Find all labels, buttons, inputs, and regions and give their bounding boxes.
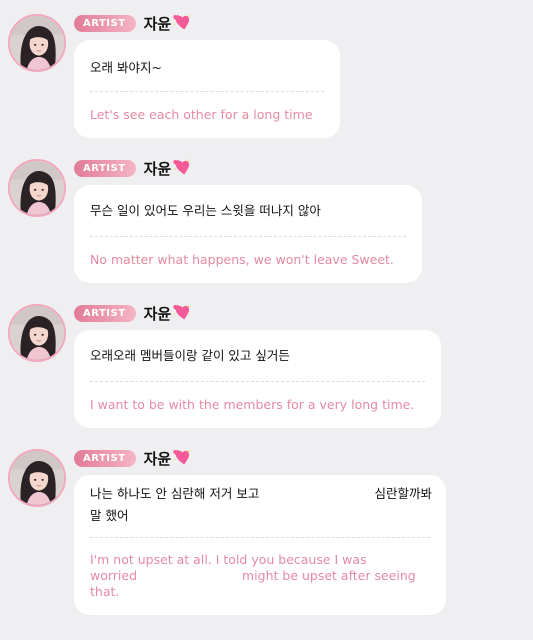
- artist-badge: ARTIST: [74, 14, 136, 32]
- translation-text-line: worried: [90, 568, 138, 583]
- artist-avatar[interactable]: [8, 14, 66, 72]
- artist-name: 자윤: [143, 304, 172, 323]
- translation-text-line: I'm not upset at all. I told you because…: [90, 552, 367, 567]
- message-text-line: 말 했어: [90, 508, 129, 523]
- artist-avatar[interactable]: [8, 449, 66, 507]
- translation-text: Let's see each other for a long time: [90, 107, 313, 122]
- avatar-image: [10, 16, 64, 70]
- message-text: 오래오래 멤버들이랑 같이 있고 싶거든: [90, 348, 290, 363]
- sparkling-heart-icon: [172, 303, 192, 323]
- message-bubble[interactable]: 오래오래 멤버들이랑 같이 있고 싶거든 I want to be with t…: [74, 330, 441, 428]
- translation-divider: [90, 91, 324, 92]
- artist-name: 자윤: [143, 159, 172, 178]
- artist-name: 자윤: [143, 449, 172, 468]
- translation-divider: [90, 236, 406, 237]
- message-bubble[interactable]: 무슨 일이 있어도 우리는 스윗을 떠나지 않아 No matter what …: [74, 185, 422, 283]
- avatar-image: [10, 161, 64, 215]
- translation-text-line: might be upset after seeing: [242, 568, 416, 583]
- message-text: 나는 하나도 안 심란해 저거 보고 심란할까봐 말 했어: [90, 483, 432, 527]
- message-bubble[interactable]: 나는 하나도 안 심란해 저거 보고 심란할까봐 말 했어 I'm not up…: [74, 475, 446, 615]
- translation-text: I'm not upset at all. I told you because…: [90, 552, 432, 602]
- translation-text: I want to be with the members for a very…: [90, 397, 415, 412]
- avatar-image: [10, 306, 64, 360]
- translation-text: No matter what happens, we won't leave S…: [90, 252, 394, 267]
- translation-divider: [90, 381, 425, 382]
- artist-avatar[interactable]: [8, 159, 66, 217]
- message-text-line: 나는 하나도 안 심란해 저거 보고: [90, 486, 260, 501]
- message-header: ARTIST 자윤: [74, 447, 192, 469]
- artist-name: 자윤: [143, 14, 172, 33]
- message-text: 오래 봐야지~: [90, 60, 162, 75]
- sparkling-heart-icon: [172, 158, 192, 178]
- sparkling-heart-icon: [172, 448, 192, 468]
- avatar-image: [10, 451, 64, 505]
- message-text-line: 심란할까봐: [374, 486, 432, 501]
- artist-badge: ARTIST: [74, 449, 136, 467]
- translation-text-line: that.: [90, 584, 120, 599]
- message-header: ARTIST 자윤: [74, 157, 192, 179]
- translation-divider: [90, 537, 430, 538]
- message-header: ARTIST 자윤: [74, 12, 192, 34]
- message-bubble[interactable]: 오래 봐야지~ Let's see each other for a long …: [74, 40, 340, 138]
- message-text: 무슨 일이 있어도 우리는 스윗을 떠나지 않아: [90, 203, 321, 218]
- message-header: ARTIST 자윤: [74, 302, 192, 324]
- sparkling-heart-icon: [172, 13, 192, 33]
- artist-badge: ARTIST: [74, 304, 136, 322]
- artist-badge: ARTIST: [74, 159, 136, 177]
- artist-avatar[interactable]: [8, 304, 66, 362]
